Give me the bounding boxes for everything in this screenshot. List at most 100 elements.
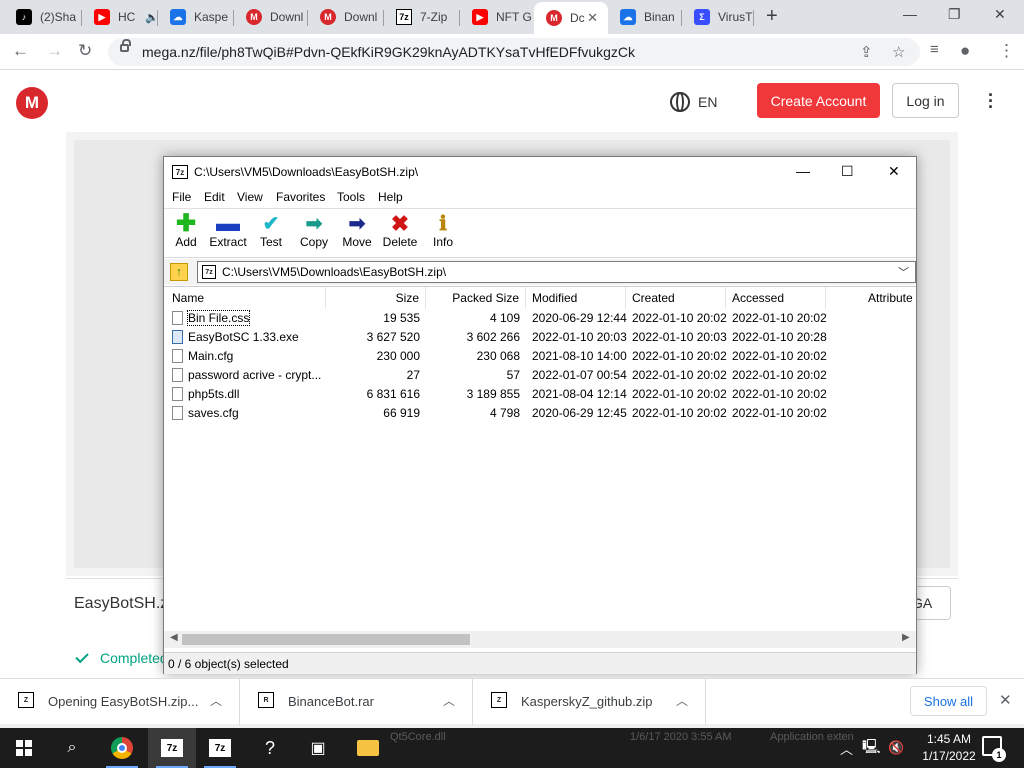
info-button[interactable]: ℹ Info xyxy=(421,213,465,249)
chrome-icon xyxy=(111,737,133,759)
column-header-accessed[interactable]: Accessed xyxy=(726,287,826,309)
download-item[interactable]: Z KasperskyZ_github.zip ︿ xyxy=(473,679,706,725)
browser-tab-3[interactable]: ☁ Kaspe xyxy=(158,2,234,32)
start-button[interactable] xyxy=(0,728,48,768)
close-window-icon[interactable]: ✕ xyxy=(994,6,1006,23)
table-row[interactable]: php5ts.dll 6 831 616 3 189 855 2021-08-0… xyxy=(164,385,916,404)
search-button[interactable]: ⌕ xyxy=(48,728,96,768)
close-tab-icon[interactable]: ✕ xyxy=(587,10,598,26)
network-icon[interactable]: 🖳 xyxy=(862,728,881,768)
download-item[interactable]: R BinanceBot.rar ︿ xyxy=(240,679,473,725)
chrome-menu-icon[interactable]: ⋮ xyxy=(998,41,1015,61)
restore-icon[interactable]: ❐ xyxy=(948,6,961,23)
browser-tab-2[interactable]: ▶ HC 🔈 xyxy=(82,2,158,32)
chevron-up-icon[interactable]: ︿ xyxy=(210,692,222,709)
language-selector[interactable]: EN xyxy=(670,92,717,112)
profile-icon[interactable]: ● xyxy=(960,41,970,61)
tray-overflow-icon[interactable]: ︿ xyxy=(840,728,853,768)
copy-button[interactable]: ➡ Copy xyxy=(292,213,336,249)
test-button[interactable]: ✔ Test xyxy=(249,213,293,249)
column-header-name[interactable]: Name xyxy=(164,287,326,309)
bookmark-star-icon[interactable]: ☆ xyxy=(892,43,905,61)
delete-button[interactable]: ✖ Delete xyxy=(378,213,422,250)
chevron-up-icon[interactable]: ︿ xyxy=(676,692,688,709)
table-row[interactable]: password acrive - crypt... 27 57 2022-01… xyxy=(164,366,916,385)
reload-icon[interactable]: ↻ xyxy=(78,41,92,61)
menu-file[interactable]: File xyxy=(172,190,191,204)
forward-icon[interactable]: → xyxy=(46,41,63,61)
menu-edit[interactable]: Edit xyxy=(204,190,225,204)
scrollbar-thumb[interactable] xyxy=(182,634,470,645)
browser-tab-5[interactable]: M Downl xyxy=(308,2,384,32)
menu-tools[interactable]: Tools xyxy=(337,190,365,204)
column-header-attributes[interactable]: Attribute xyxy=(826,287,916,309)
add-button[interactable]: ✚ Add xyxy=(164,212,208,250)
accessed-cell: 2022-01-10 20:28 xyxy=(732,330,827,344)
maximize-icon[interactable]: ☐ xyxy=(841,163,854,180)
back-icon[interactable]: ← xyxy=(12,41,29,61)
browser-tab-4[interactable]: M Downl xyxy=(234,2,308,32)
language-label: EN xyxy=(698,94,718,110)
table-row[interactable]: Main.cfg 230 000 230 068 2021-08-10 14:0… xyxy=(164,347,916,366)
column-header-created[interactable]: Created xyxy=(626,287,726,309)
menu-view[interactable]: View xyxy=(237,190,263,204)
column-header-modified[interactable]: Modified xyxy=(526,287,626,309)
volume-muted-icon[interactable]: 🔇 xyxy=(888,728,904,768)
taskbar-file-explorer[interactable] xyxy=(344,728,392,768)
browser-tab-9[interactable]: ☁ Binan xyxy=(608,2,682,32)
folder-up-icon[interactable]: ↑ xyxy=(170,263,188,281)
dll-icon xyxy=(172,387,183,401)
table-row[interactable]: saves.cfg 66 919 4 798 2020-06-29 12:45 … xyxy=(164,404,916,423)
browser-tab-10[interactable]: Σ VirusT xyxy=(682,2,754,32)
taskbar-help[interactable]: ? xyxy=(246,728,294,768)
packed-size-cell: 4 798 xyxy=(489,406,520,420)
table-row[interactable]: EasyBotSC 1.33.exe 3 627 520 3 602 266 2… xyxy=(164,328,916,347)
status-bar: 0 / 6 object(s) selected xyxy=(164,652,916,674)
scroll-left-icon[interactable]: ◀ xyxy=(170,632,178,643)
browser-tab-1[interactable]: ♪ (2)Sha xyxy=(4,2,82,32)
path-text[interactable]: C:\Users\VM5\Downloads\EasyBotSH.zip\ xyxy=(222,265,446,279)
7zip-title-bar[interactable]: 7z C:\Users\VM5\Downloads\EasyBotSH.zip\… xyxy=(164,157,916,187)
selection-status: 0 / 6 object(s) selected xyxy=(168,657,289,671)
modified-cell: 2020-06-29 12:44 xyxy=(532,311,627,325)
windows-logo-icon xyxy=(16,740,32,756)
media-queue-icon[interactable]: ≡ xyxy=(930,41,939,58)
close-shelf-icon[interactable]: ✕ xyxy=(999,691,1012,709)
taskbar-chrome[interactable] xyxy=(98,728,146,768)
column-header-packed-size[interactable]: Packed Size xyxy=(426,287,526,309)
table-row[interactable]: Bin File.css 19 535 4 109 2020-06-29 12:… xyxy=(164,309,916,328)
show-all-button[interactable]: Show all xyxy=(910,686,987,716)
share-icon[interactable]: ⇪ xyxy=(860,43,873,61)
close-icon[interactable]: ✕ xyxy=(888,163,900,180)
create-account-button[interactable]: Create Account xyxy=(757,83,880,118)
new-tab-icon[interactable]: + xyxy=(766,5,778,28)
url-text[interactable]: mega.nz/file/ph8TwQiB#Pdvn-QEkfKiR9GK29k… xyxy=(142,44,635,60)
minimize-icon[interactable]: — xyxy=(796,163,810,179)
system-clock[interactable]: 1:45 AM 1/17/2022 xyxy=(918,731,980,765)
column-header-size[interactable]: Size xyxy=(326,287,426,309)
minimize-icon[interactable]: — xyxy=(903,6,917,22)
browser-tab-active[interactable]: M Dc ✕ xyxy=(534,2,608,34)
menu-help[interactable]: Help xyxy=(378,190,403,204)
address-bar[interactable]: mega.nz/file/ph8TwQiB#Pdvn-QEkfKiR9GK29k… xyxy=(108,38,920,66)
more-menu-icon[interactable]: · · · xyxy=(988,86,994,116)
extract-button[interactable]: ▬ Extract xyxy=(206,212,250,250)
chevron-up-icon[interactable]: ︿ xyxy=(443,692,455,709)
taskbar-7zip-active[interactable]: 7z xyxy=(148,728,196,768)
move-button[interactable]: ➡ Move xyxy=(335,213,379,249)
7zip-toolbar: ✚ Add ▬ Extract ✔ Test ➡ Copy ➡ Move ✖ D… xyxy=(164,208,916,258)
download-item[interactable]: Z Opening EasyBotSH.zip... ︿ xyxy=(0,679,240,725)
browser-tab-6[interactable]: 7z 7-Zip xyxy=(384,2,460,32)
packed-size-cell: 57 xyxy=(506,368,520,382)
horizontal-scrollbar[interactable]: ◀ ▶ xyxy=(164,631,916,648)
login-button[interactable]: Log in xyxy=(892,83,959,118)
taskbar-7zip[interactable]: 7z xyxy=(196,728,244,768)
path-combobox[interactable]: 7z C:\Users\VM5\Downloads\EasyBotSH.zip\… xyxy=(197,261,916,283)
created-cell: 2022-01-10 20:02 xyxy=(632,311,727,325)
menu-favorites[interactable]: Favorites xyxy=(276,190,325,204)
scroll-right-icon[interactable]: ▶ xyxy=(902,632,910,643)
chevron-down-icon[interactable]: ﹀ xyxy=(898,264,909,280)
browser-tab-7[interactable]: ▶ NFT G xyxy=(460,2,534,32)
mega-logo[interactable]: M xyxy=(16,87,48,119)
taskbar-app[interactable]: ▣ xyxy=(294,728,342,768)
